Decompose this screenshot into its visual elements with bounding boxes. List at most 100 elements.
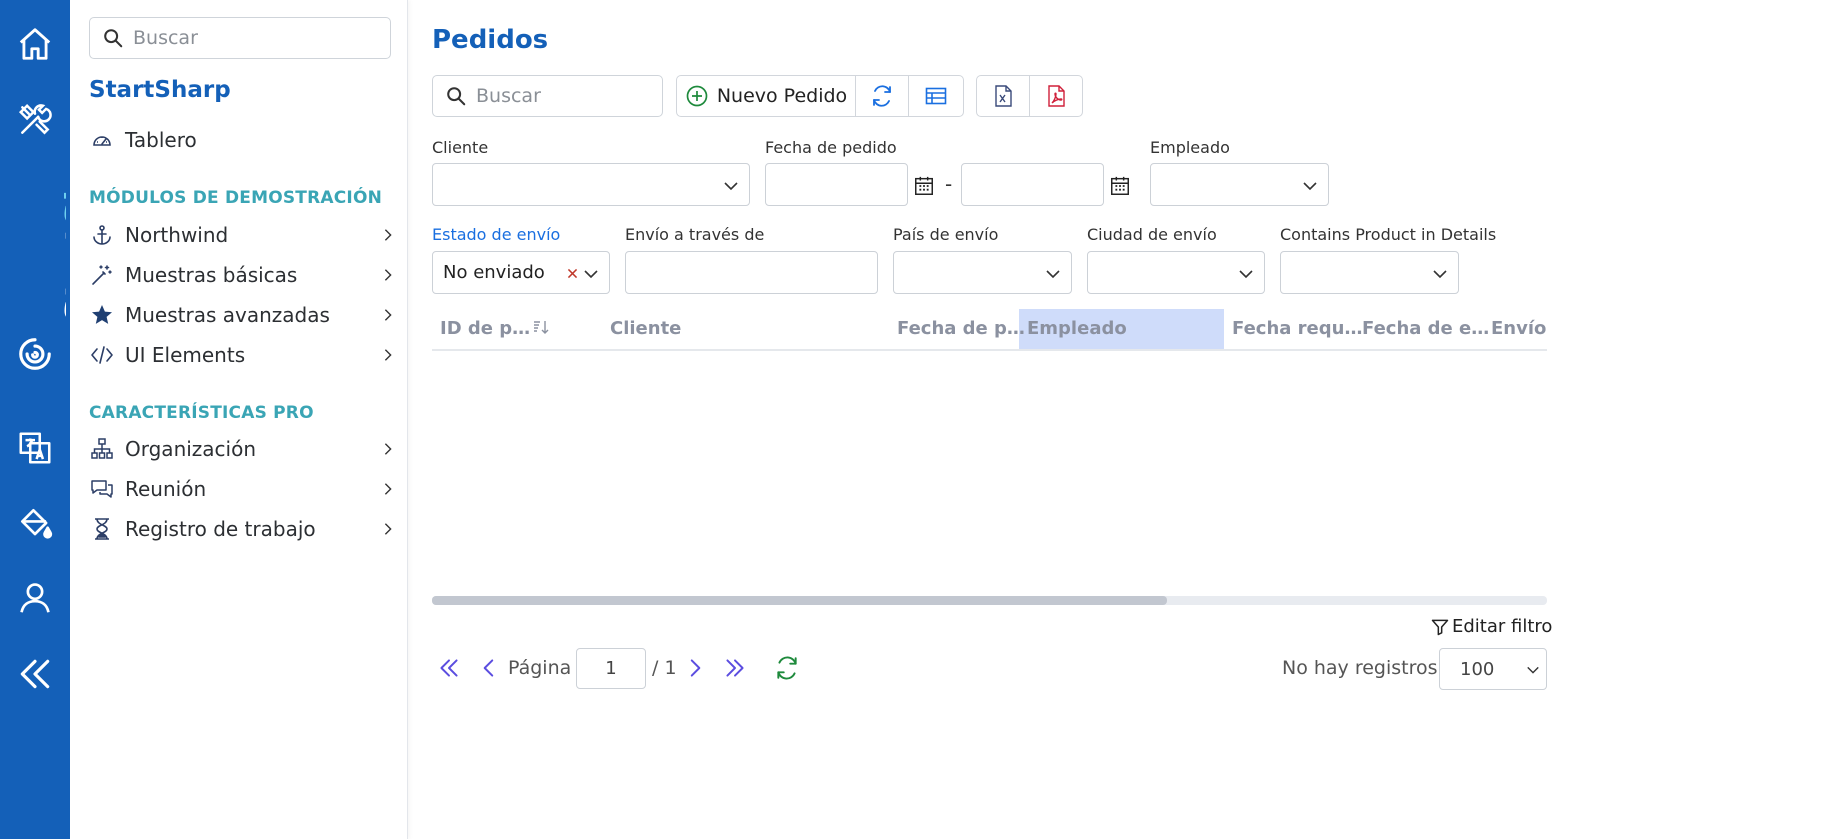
new-order-button[interactable]: Nuevo Pedido [676, 75, 856, 117]
sidebar-item-reunion[interactable]: Reunión [89, 472, 395, 506]
sidebar-item-ui-elements[interactable]: UI Elements [89, 338, 395, 372]
column-picker-button[interactable] [908, 75, 964, 117]
ciudad-envio-select[interactable] [1087, 251, 1265, 294]
magic-wand-icon [89, 262, 115, 288]
home-icon[interactable] [15, 24, 55, 64]
icon-rail: StartSharp [0, 0, 70, 839]
column-header-fecha-pedido[interactable]: Fecha de p… [897, 318, 1025, 339]
first-page-icon[interactable] [436, 655, 462, 681]
excel-file-icon [995, 85, 1012, 107]
page-size-value: 100 [1460, 658, 1495, 680]
fecha-pedido-hasta-input[interactable] [961, 163, 1104, 206]
sidebar-item-muestras-avanzadas[interactable]: Muestras avanzadas [89, 298, 395, 332]
column-header-empleado[interactable]: Empleado [1027, 318, 1127, 339]
pais-envio-select[interactable] [893, 251, 1072, 294]
chevron-right-icon [384, 443, 392, 455]
last-page-icon[interactable] [722, 655, 748, 681]
date-range-separator: - [945, 172, 953, 196]
chevron-right-icon [384, 349, 392, 361]
previous-page-icon[interactable] [476, 655, 502, 681]
grid-header-divider [432, 349, 1547, 351]
section-pro-features: CARACTERÍSTICAS PRO [89, 403, 314, 423]
reload-icon[interactable] [774, 655, 800, 681]
sidebar-item-label: Muestras avanzadas [125, 303, 330, 327]
page-label: Página [508, 657, 572, 679]
app-name[interactable]: StartSharp [89, 77, 231, 103]
column-header-fecha-requerida[interactable]: Fecha requ… [1232, 318, 1362, 339]
sidebar-search[interactable] [89, 17, 391, 59]
chevron-down-icon [1046, 270, 1060, 279]
edit-filter-label: Editar filtro [1452, 616, 1553, 637]
chevron-down-icon [1527, 666, 1539, 674]
speedometer-icon [89, 127, 115, 153]
paint-bucket-icon[interactable] [15, 503, 55, 543]
filter-label-pais-envio: País de envío [893, 225, 999, 244]
fecha-pedido-desde-input[interactable] [765, 163, 908, 206]
clear-icon[interactable] [566, 267, 579, 280]
sort-desc-icon [534, 321, 549, 334]
chat-icon [89, 476, 115, 502]
calendar-icon[interactable] [1109, 175, 1131, 197]
page-size-select[interactable]: 100 [1439, 648, 1547, 690]
scrollbar-thumb[interactable] [432, 596, 1167, 605]
user-icon[interactable] [15, 578, 55, 618]
brand-logo-icon [15, 334, 55, 374]
sidebar-item-northwind[interactable]: Northwind [89, 218, 395, 252]
page-number-input[interactable]: 1 [576, 648, 646, 689]
chevron-down-icon [1433, 270, 1447, 279]
estado-envio-select[interactable]: No enviado [432, 251, 610, 294]
sidebar-item-label: UI Elements [125, 343, 246, 367]
chevron-right-icon [384, 309, 392, 321]
sidebar-search-input[interactable] [133, 27, 343, 49]
sidebar-item-organizacion[interactable]: Organización [89, 432, 395, 466]
column-header-id[interactable]: ID de p… [440, 318, 549, 339]
grid-search[interactable] [432, 75, 663, 117]
empleado-select[interactable] [1150, 163, 1329, 206]
edit-filter-link[interactable]: Editar filtro [1430, 616, 1552, 637]
chevron-right-icon [384, 483, 392, 495]
calendar-icon[interactable] [913, 175, 935, 197]
tools-icon[interactable] [15, 100, 55, 140]
column-header-envio-via[interactable]: Envío a [1491, 318, 1547, 339]
translate-icon[interactable] [15, 428, 55, 468]
export-pdf-button[interactable] [1029, 75, 1083, 117]
export-excel-button[interactable] [976, 75, 1030, 117]
column-header-cliente[interactable]: Cliente [610, 318, 681, 339]
plus-circle-icon [686, 85, 708, 107]
envio-traves-input[interactable] [625, 251, 878, 294]
filter-label-ciudad-envio: Ciudad de envío [1087, 225, 1217, 244]
chevron-down-icon [1303, 182, 1317, 191]
grid-header: ID de p… Cliente Fecha de p… Empleado Fe… [432, 309, 1547, 351]
sidebar-item-muestras-basicas[interactable]: Muestras básicas [89, 258, 395, 292]
filter-label-envio-traves: Envío a través de [625, 225, 765, 244]
sidebar-item-tablero[interactable]: Tablero [89, 123, 395, 157]
refresh-button[interactable] [855, 75, 909, 117]
sidebar-item-registro-trabajo[interactable]: Registro de trabajo [89, 512, 395, 546]
code-icon [89, 342, 115, 368]
hourglass-icon [89, 516, 115, 542]
grid-body [432, 352, 1547, 592]
column-header-fecha-envio[interactable]: Fecha de e… [1362, 318, 1489, 339]
horizontal-scrollbar[interactable] [432, 596, 1547, 605]
new-order-label: Nuevo Pedido [716, 85, 848, 107]
grid-search-input[interactable] [476, 85, 637, 107]
sidebar-item-label: Tablero [125, 128, 197, 152]
next-page-icon[interactable] [682, 655, 708, 681]
star-icon [89, 302, 115, 328]
chevron-down-icon [724, 182, 738, 191]
page-title: Pedidos [432, 25, 549, 55]
filter-label-fecha-pedido: Fecha de pedido [765, 138, 897, 157]
page-total: / 1 [652, 657, 677, 679]
filter-label-cliente: Cliente [432, 138, 489, 157]
org-chart-icon [89, 436, 115, 462]
contains-product-select[interactable] [1280, 251, 1459, 294]
collapse-icon[interactable] [15, 654, 55, 694]
filter-label-empleado: Empleado [1150, 138, 1230, 157]
sidebar-item-label: Northwind [125, 223, 229, 247]
pdf-file-icon [1048, 85, 1065, 107]
sidebar-item-label: Reunión [125, 477, 207, 501]
chevron-right-icon [384, 269, 392, 281]
anchor-icon [89, 222, 115, 248]
cliente-select[interactable] [432, 163, 750, 206]
sidebar-item-label: Registro de trabajo [125, 517, 316, 541]
